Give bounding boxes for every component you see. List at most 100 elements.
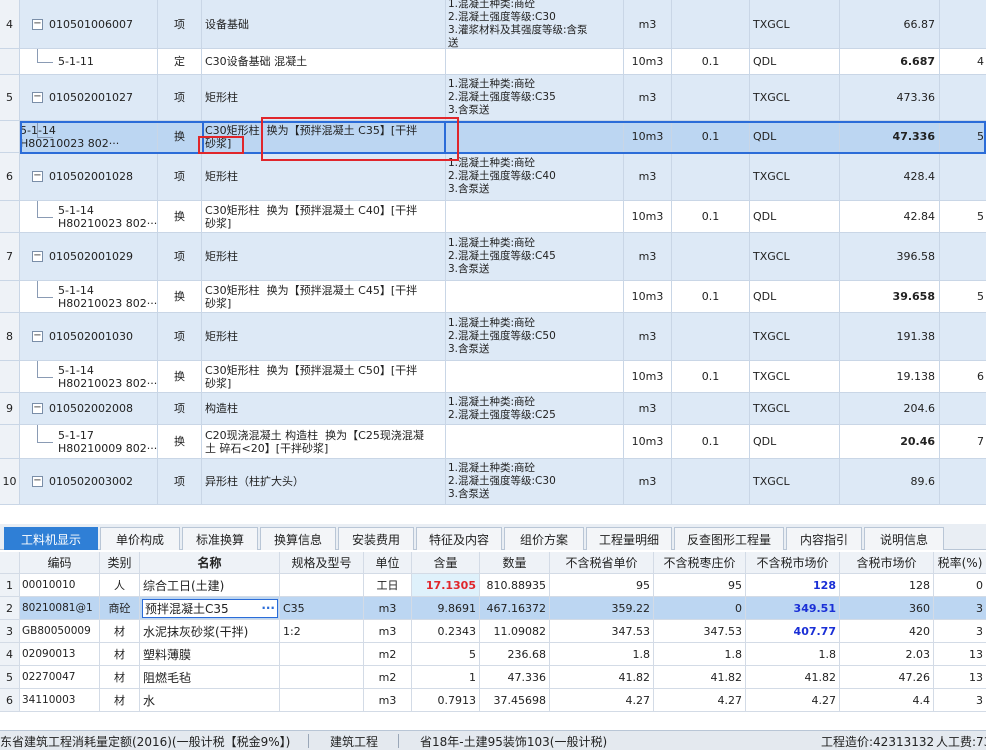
expression-cell[interactable]: QDL bbox=[750, 201, 840, 232]
material-category[interactable]: 人 bbox=[100, 574, 140, 596]
column-header[interactable]: 税率(%) bbox=[934, 552, 986, 573]
material-name[interactable]: 塑料薄膜 bbox=[140, 643, 280, 665]
material-category[interactable]: 材 bbox=[100, 620, 140, 642]
provincial-price[interactable]: 95 bbox=[550, 574, 654, 596]
column-header[interactable]: 含量 bbox=[412, 552, 480, 573]
provincial-price[interactable]: 359.22 bbox=[550, 597, 654, 619]
amount-cell[interactable]: 19.138 bbox=[840, 361, 940, 392]
quantity-cell[interactable]: 0.1 bbox=[672, 281, 750, 312]
amount-cell[interactable]: 204.6 bbox=[840, 393, 940, 424]
market-price-with-tax[interactable]: 128 bbox=[840, 574, 934, 596]
market-price-with-tax[interactable]: 2.03 bbox=[840, 643, 934, 665]
category-cell[interactable]: 项 bbox=[158, 153, 202, 200]
next-column-cell[interactable]: 6 bbox=[940, 361, 986, 392]
provincial-price[interactable]: 347.53 bbox=[550, 620, 654, 642]
features-cell[interactable] bbox=[446, 201, 624, 232]
tax-rate[interactable]: 3 bbox=[934, 620, 986, 642]
expression-cell[interactable]: TXGCL bbox=[750, 459, 840, 504]
material-quantity[interactable]: 11.09082 bbox=[480, 620, 550, 642]
material-content[interactable]: 17.1305 bbox=[412, 574, 480, 596]
code-cell[interactable]: 5-1-14 H80210023 802··· bbox=[20, 121, 158, 152]
name-cell[interactable]: 矩形柱 bbox=[202, 153, 446, 200]
amount-cell[interactable]: 39.658 bbox=[840, 281, 940, 312]
expression-cell[interactable]: QDL bbox=[750, 281, 840, 312]
expression-cell[interactable]: TXGCL bbox=[750, 75, 840, 120]
material-category[interactable]: 材 bbox=[100, 689, 140, 711]
expression-cell[interactable]: QDL bbox=[750, 425, 840, 458]
name-cell[interactable]: C30矩形柱 换为【预拌混凝土 C50】[干拌 砂浆] bbox=[202, 361, 446, 392]
column-header[interactable]: 不含税枣庄价 bbox=[654, 552, 746, 573]
code-cell[interactable]: −010502002008 bbox=[20, 393, 158, 424]
material-content[interactable]: 1 bbox=[412, 666, 480, 688]
amount-cell[interactable]: 20.46 bbox=[840, 425, 940, 458]
bill-item-row[interactable]: 10−010502003002 项异形柱（柱扩大头） 1.混凝土种类:商砼 2.混凝… bbox=[0, 459, 986, 505]
category-cell[interactable]: 项 bbox=[158, 75, 202, 120]
expression-cell[interactable]: QDL bbox=[750, 121, 840, 152]
code-cell[interactable]: 5-1-17 H80210009 802··· bbox=[20, 425, 158, 458]
market-price[interactable]: 4.27 bbox=[746, 689, 840, 711]
amount-cell[interactable]: 66.87 bbox=[840, 0, 940, 48]
column-header[interactable]: 不含税省单价 bbox=[550, 552, 654, 573]
material-spec[interactable] bbox=[280, 689, 364, 711]
next-column-cell[interactable] bbox=[940, 459, 986, 504]
material-category[interactable]: 材 bbox=[100, 643, 140, 665]
category-cell[interactable]: 换 bbox=[158, 361, 202, 392]
unit-cell[interactable]: 10m3 bbox=[624, 361, 672, 392]
category-cell[interactable]: 换 bbox=[158, 121, 202, 152]
material-code[interactable]: 02270047 bbox=[20, 666, 100, 688]
category-cell[interactable]: 换 bbox=[158, 425, 202, 458]
column-header[interactable]: 含税市场价 bbox=[840, 552, 934, 573]
material-quantity[interactable]: 236.68 bbox=[480, 643, 550, 665]
name-cell[interactable]: 矩形柱 bbox=[202, 233, 446, 280]
code-cell[interactable]: −010502001030 bbox=[20, 313, 158, 360]
tab-8[interactable]: 工程量明细 bbox=[586, 527, 672, 550]
unit-cell[interactable]: m3 bbox=[624, 459, 672, 504]
zaozhuang-price[interactable]: 1.8 bbox=[654, 643, 746, 665]
provincial-price[interactable]: 4.27 bbox=[550, 689, 654, 711]
next-column-cell[interactable] bbox=[940, 75, 986, 120]
unit-cell[interactable]: m3 bbox=[624, 0, 672, 48]
name-cell[interactable]: 矩形柱 bbox=[202, 313, 446, 360]
material-quantity[interactable]: 37.45698 bbox=[480, 689, 550, 711]
material-spec[interactable] bbox=[280, 643, 364, 665]
features-cell[interactable]: 1.混凝土种类:商砼 2.混凝土强度等级:C45 3.含泵送 bbox=[446, 233, 624, 280]
quota-row[interactable]: 5-1-14 H80210023 802··· 换 C30矩形柱 换为【预拌混凝土 … bbox=[0, 121, 986, 153]
material-spec[interactable]: C35 bbox=[280, 597, 364, 619]
features-cell[interactable] bbox=[446, 361, 624, 392]
code-cell[interactable]: −010502001028 bbox=[20, 153, 158, 200]
material-spec[interactable] bbox=[280, 574, 364, 596]
next-column-cell[interactable]: 7 bbox=[940, 425, 986, 458]
quantity-cell[interactable] bbox=[672, 0, 750, 48]
category-cell[interactable]: 项 bbox=[158, 459, 202, 504]
column-header[interactable]: 数量 bbox=[480, 552, 550, 573]
market-price[interactable]: 128 bbox=[746, 574, 840, 596]
material-content[interactable]: 0.2343 bbox=[412, 620, 480, 642]
zaozhuang-price[interactable]: 0 bbox=[654, 597, 746, 619]
material-spec[interactable]: 1:2 bbox=[280, 620, 364, 642]
code-cell[interactable]: −010502003002 bbox=[20, 459, 158, 504]
features-cell[interactable] bbox=[446, 281, 624, 312]
tax-rate[interactable]: 3 bbox=[934, 597, 986, 619]
bill-item-row[interactable]: 4 −010501006007 项 设备基础 1.混凝土种类:商砼 2.混凝土强度等级:… bbox=[0, 0, 986, 49]
market-price[interactable]: 41.82 bbox=[746, 666, 840, 688]
next-column-cell[interactable]: 4 bbox=[940, 49, 986, 74]
material-row[interactable]: 2 80210081@1 商砼 预拌混凝土C35 ··· C35 m3 9.8691 467.1… bbox=[0, 597, 986, 620]
amount-cell[interactable]: 191.38 bbox=[840, 313, 940, 360]
code-cell[interactable]: −010502001029 bbox=[20, 233, 158, 280]
tab-2[interactable]: 单价构成 bbox=[100, 527, 180, 550]
amount-cell[interactable]: 396.58 bbox=[840, 233, 940, 280]
material-unit[interactable]: m2 bbox=[364, 666, 412, 688]
category-cell[interactable]: 项 bbox=[158, 393, 202, 424]
next-column-cell[interactable]: 5 bbox=[940, 281, 986, 312]
expression-cell[interactable]: TXGCL bbox=[750, 393, 840, 424]
expression-cell[interactable]: TXGCL bbox=[750, 0, 840, 48]
tab-7[interactable]: 组价方案 bbox=[504, 527, 584, 550]
column-header[interactable]: 规格及型号 bbox=[280, 552, 364, 573]
tax-rate[interactable]: 13 bbox=[934, 666, 986, 688]
tab-6[interactable]: 特征及内容 bbox=[416, 527, 502, 550]
material-quantity[interactable]: 47.336 bbox=[480, 666, 550, 688]
provincial-price[interactable]: 41.82 bbox=[550, 666, 654, 688]
next-column-cell[interactable] bbox=[940, 0, 986, 48]
material-row[interactable]: 3 GB80050009 材水泥抹灰砂浆(干拌) 1:2 m3 0.2343 11.0908… bbox=[0, 620, 986, 643]
material-row[interactable]: 5 02270047 材阻燃毛毡 m2 1 47.336 41.82 41.82 41.82 47… bbox=[0, 666, 986, 689]
